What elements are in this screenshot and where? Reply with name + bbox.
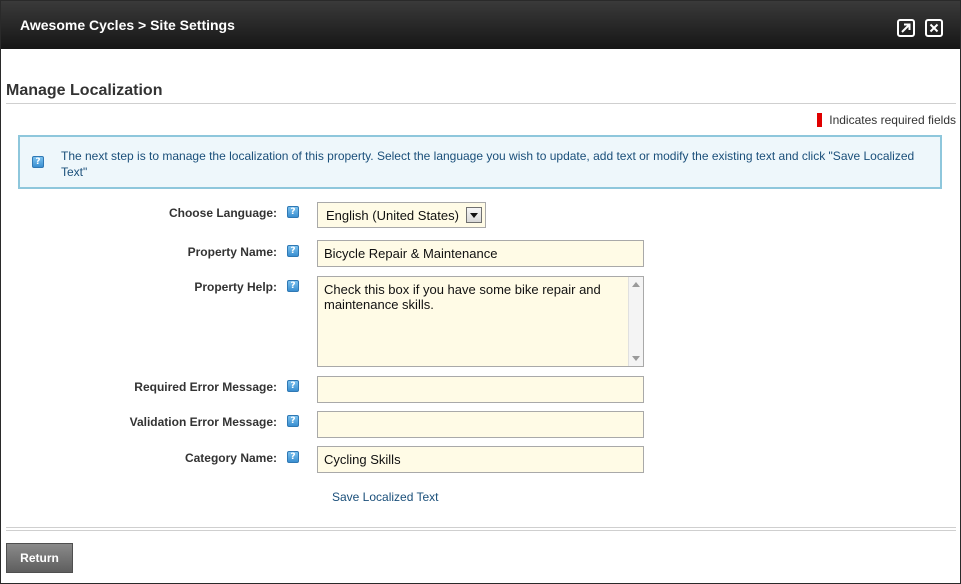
chevron-down-icon[interactable] <box>466 207 482 223</box>
property-help-label: Property Help: <box>194 280 277 294</box>
dialog-title: Awesome Cycles > Site Settings <box>20 17 235 33</box>
validation-error-input[interactable] <box>317 411 644 438</box>
close-button[interactable] <box>925 19 943 37</box>
choose-language-label: Choose Language: <box>168 206 277 220</box>
required-legend-text: Indicates required fields <box>829 113 956 127</box>
help-icon[interactable]: ? <box>287 415 299 427</box>
required-marker-icon <box>817 113 823 127</box>
language-select[interactable]: English (United States) <box>317 202 486 228</box>
maximize-button[interactable] <box>897 19 915 37</box>
dialog-titlebar: Awesome Cycles > Site Settings <box>1 1 960 49</box>
help-icon: ? <box>32 156 44 168</box>
section-divider <box>6 103 956 104</box>
help-icon[interactable]: ? <box>287 451 299 463</box>
page-title: Manage Localization <box>6 82 163 99</box>
required-error-input[interactable] <box>317 376 644 403</box>
save-localized-text-link[interactable]: Save Localized Text <box>332 490 439 504</box>
info-text: The next step is to manage the localizat… <box>61 149 915 179</box>
site-settings-dialog: Awesome Cycles > Site Settings Manage Lo… <box>0 0 961 584</box>
help-icon[interactable]: ? <box>287 245 299 257</box>
scroll-down-arrow-icon[interactable] <box>632 356 640 361</box>
external-arrow-icon <box>901 23 911 33</box>
help-icon[interactable]: ? <box>287 206 299 218</box>
textarea-scrollbar[interactable] <box>628 277 643 366</box>
required-legend: Indicates required fields <box>817 113 956 127</box>
scroll-up-arrow-icon[interactable] <box>632 282 640 287</box>
footer-divider <box>6 530 956 531</box>
property-name-input[interactable] <box>317 240 644 267</box>
close-icon <box>929 23 939 33</box>
validation-error-label: Validation Error Message: <box>129 415 277 429</box>
property-name-label: Property Name: <box>187 245 277 259</box>
property-help-text: Check this box if you have some bike rep… <box>324 282 601 312</box>
property-help-textarea[interactable]: Check this box if you have some bike rep… <box>317 276 644 367</box>
help-icon[interactable]: ? <box>287 280 299 292</box>
return-button[interactable]: Return <box>6 543 73 573</box>
footer-divider <box>6 527 956 528</box>
category-name-label: Category Name: <box>184 451 277 465</box>
category-name-input[interactable] <box>317 446 644 473</box>
info-box: ? The next step is to manage the localiz… <box>18 135 942 189</box>
help-icon[interactable]: ? <box>287 380 299 392</box>
language-select-value: English (United States) <box>326 208 459 223</box>
required-error-label: Required Error Message: <box>134 380 277 394</box>
